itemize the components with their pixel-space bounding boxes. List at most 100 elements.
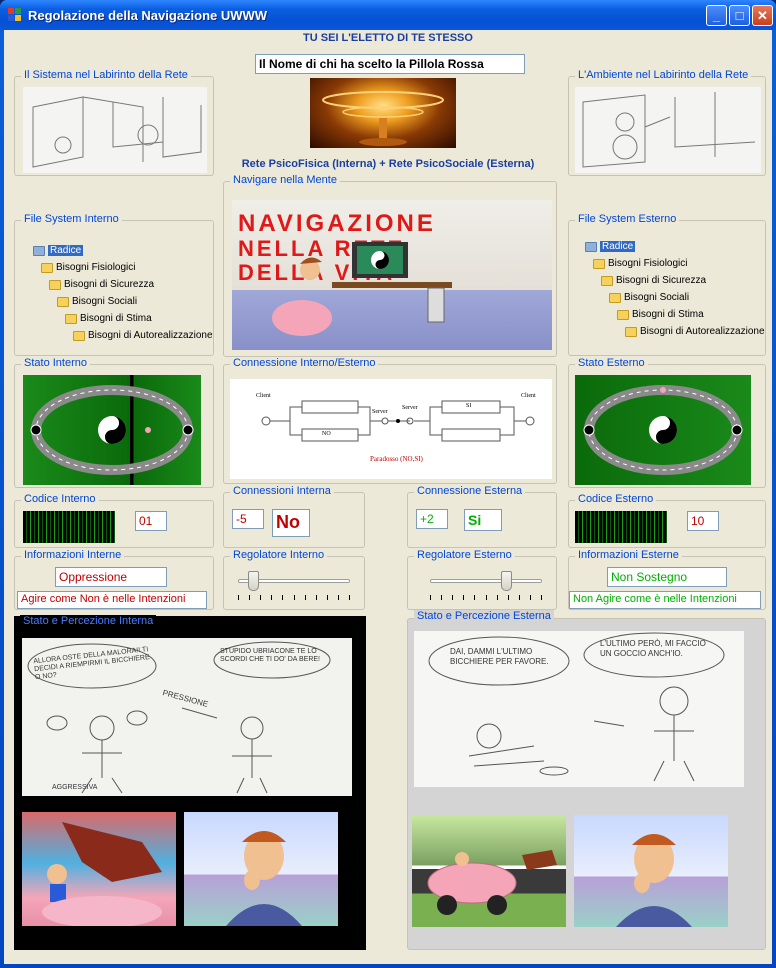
conn-interna-answer[interactable]: No: [272, 509, 310, 537]
folder-icon: [41, 262, 53, 273]
info-interne-message[interactable]: Agire come Non è nelle Intenzioni: [17, 591, 207, 609]
regolatore-esterno-group: Regolatore Esterno: [407, 549, 557, 610]
fs-interno-tree: Radice Bisogni Fisiologici Bisogni di Si…: [33, 245, 213, 355]
sistema-group: Il Sistema nel Labirinto della Rete: [14, 69, 214, 176]
slider-track: [430, 579, 542, 583]
slider-tick: [349, 595, 350, 600]
connessioni-interna-label: Connessioni Interna: [230, 485, 334, 497]
matrix-code-image: [23, 511, 115, 543]
brain-car-icon: [427, 850, 557, 915]
conn-esterna-number[interactable]: +2: [416, 509, 448, 529]
tree-node-autorealizzazione[interactable]: Bisogni di Autorealizzazione: [625, 326, 765, 337]
ambiente-sketch: [575, 87, 761, 173]
regolatore-interno-group: Regolatore Interno: [223, 549, 365, 610]
wine-glass-icon: [322, 91, 444, 146]
tree-node-sociali[interactable]: Bisogni Sociali: [57, 296, 137, 307]
percezione-interna-label: Stato e Percezione Interna: [20, 615, 157, 627]
conn-interna-number[interactable]: -5: [232, 509, 264, 529]
tree-node-root[interactable]: Radice: [585, 241, 636, 252]
folder-icon: [601, 275, 613, 286]
slider-tick: [519, 595, 520, 600]
tree-node-sicurezza[interactable]: Bisogni di Sicurezza: [601, 275, 706, 286]
sistema-label: Il Sistema nel Labirinto della Rete: [21, 69, 191, 81]
close-button[interactable]: ✕: [752, 5, 773, 26]
slider-tick: [294, 595, 295, 600]
codice-esterno-group: Codice Esterno 10: [568, 493, 766, 548]
regolatore-esterno-slider[interactable]: [430, 571, 542, 601]
speech-bubble-4: L'ULTIMO PERÒ, MI FACCIO UN GOCCIO ANCH'…: [600, 639, 706, 658]
maximize-button[interactable]: □: [729, 5, 750, 26]
comic-esterna-image: DAI, DAMMI L'ULTIMO BICCHIERE PER FAVORE…: [414, 631, 744, 787]
maze-sketch-icon: [32, 96, 202, 168]
thinking-man-icon: [226, 831, 302, 926]
regolatore-interno-slider[interactable]: [238, 571, 350, 601]
stato-interno-image: [23, 375, 201, 485]
client-left-label: Client: [256, 393, 271, 399]
yin-yang-track-icon: [30, 385, 194, 475]
stato-interno-label: Stato Interno: [21, 357, 90, 369]
slider-tick: [463, 595, 464, 600]
speech-bubble-3: DAI, DAMMI L'ULTIMO BICCHIERE PER FAVORE…: [450, 647, 549, 666]
sistema-sketch: [23, 87, 207, 173]
folder-icon: [593, 258, 605, 269]
fs-esterno-label: File System Esterno: [575, 213, 680, 225]
slider-thumb[interactable]: [501, 571, 512, 591]
box-si-label: SI: [466, 403, 472, 409]
codice-interno-field[interactable]: 01: [135, 511, 167, 531]
client-server-diagram: [261, 400, 535, 442]
tree-node-stima[interactable]: Bisogni di Stima: [65, 313, 152, 324]
info-interne-value[interactable]: Oppressione: [55, 567, 167, 587]
folder-icon: [49, 279, 61, 290]
comic-interna-image: ALLORA OSTE DELLA MALORA!! TI DECIDI A R…: [22, 638, 352, 796]
thinking-man-icon: [616, 834, 692, 927]
wolf-chase-icon: [42, 822, 162, 926]
folder-icon: [609, 292, 621, 303]
percezione-esterna-panel: Stato e Percezione Esterna DAI, DAMMI L'…: [407, 610, 766, 950]
slider-thumb[interactable]: [248, 571, 259, 591]
car-cartoon-image: [412, 815, 566, 927]
tree-node-root[interactable]: Radice: [33, 245, 84, 256]
navigation-banner: NAVIGAZIONE NELLA RETE DELLA VITA: [232, 200, 552, 350]
tree-node-autorealizzazione[interactable]: Bisogni di Autorealizzazione: [73, 330, 213, 341]
minimize-button[interactable]: _: [706, 5, 727, 26]
folder-icon: [625, 326, 637, 337]
codice-interno-label: Codice Interno: [21, 493, 99, 505]
info-esterne-message[interactable]: Non Agire come è nelle Intenzioni: [569, 591, 761, 609]
codice-esterno-field[interactable]: 10: [687, 511, 719, 531]
app-window: Regolazione della Navigazione UWWW _ □ ✕…: [0, 0, 776, 968]
info-esterne-value[interactable]: Non Sostegno: [607, 567, 727, 587]
navigare-label: Navigare nella Mente: [230, 174, 340, 186]
info-esterne-label: Informazioni Esterne: [575, 549, 682, 561]
connessione-esterna-group: Connessione Esterna +2 Si: [407, 485, 557, 548]
wolf-cartoon-image: [22, 812, 176, 926]
folder-icon: [33, 245, 45, 256]
folder-icon: [65, 313, 77, 324]
thinking-man-interna-image: [184, 812, 338, 926]
tree-node-sociali[interactable]: Bisogni Sociali: [609, 292, 689, 303]
app-icon: [8, 8, 22, 22]
tree-node-stima[interactable]: Bisogni di Stima: [617, 309, 704, 320]
ambiente-label: L'Ambiente nel Labirinto della Rete: [575, 69, 752, 81]
motto-title: TU SEI L'ELETTO DI TE STESSO: [303, 32, 473, 44]
slider-tick: [282, 595, 283, 600]
folder-icon: [73, 330, 85, 341]
slider-tick: [338, 595, 339, 600]
slider-tick: [249, 595, 250, 600]
regolatore-interno-label: Regolatore Interno: [230, 549, 328, 561]
regolatore-esterno-label: Regolatore Esterno: [414, 549, 515, 561]
folder-icon: [57, 296, 69, 307]
stato-esterno-image: [575, 375, 751, 485]
slider-tick: [430, 595, 431, 600]
tree-node-fisiologici[interactable]: Bisogni Fisiologici: [593, 258, 687, 269]
title-bar[interactable]: Regolazione della Navigazione UWWW _ □ ✕: [0, 0, 776, 30]
server-right-label: Server: [402, 405, 418, 411]
connessione-diagram: Client Server Server Client NO SI Parado…: [230, 379, 552, 479]
name-field[interactable]: Il Nome di chi ha scelto la Pillola Ross…: [255, 54, 525, 74]
connessione-esterna-label: Connessione Esterna: [414, 485, 526, 497]
slider-tick: [441, 595, 442, 600]
tree-node-sicurezza[interactable]: Bisogni di Sicurezza: [49, 279, 154, 290]
fs-esterno-group: File System Esterno Radice Bisogni Fisio…: [568, 213, 766, 356]
conn-esterna-answer[interactable]: Si: [464, 509, 502, 531]
fs-interno-group: File System Interno Radice Bisogni Fisio…: [14, 213, 214, 356]
tree-node-fisiologici[interactable]: Bisogni Fisiologici: [41, 262, 135, 273]
